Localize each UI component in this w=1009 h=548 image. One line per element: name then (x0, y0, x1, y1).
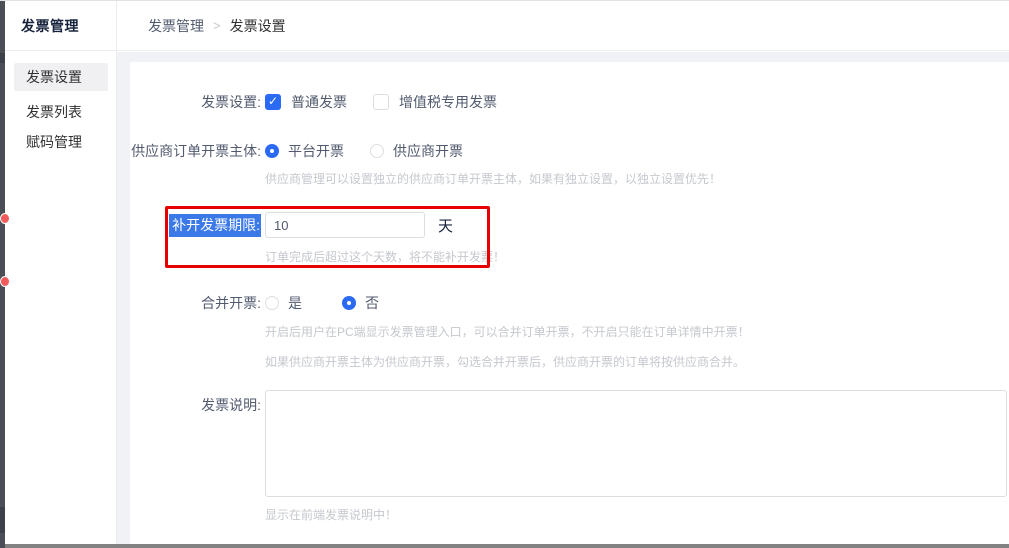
check-icon: ✓ (268, 95, 278, 107)
sidebar-header: 发票管理 (5, 1, 116, 51)
reissue-days-unit: 天 (438, 215, 453, 236)
merge-invoice-help-2: 如果供应商开票主体为供应商开票，勾选合并开票后，供应商开票的订单将按供应商合并。 (265, 353, 745, 370)
radio-platform-invoicing[interactable] (265, 144, 279, 158)
sidebar-item-invoice-settings[interactable]: 发票设置 (14, 63, 108, 91)
sidebar-item-label: 赋码管理 (26, 132, 82, 152)
sidebar: 发票管理 发票设置 发票列表 赋码管理 (5, 1, 117, 545)
invoice-note-label: 发票说明: (130, 390, 261, 415)
settings-card: 发票设置: ✓ 普通发票 增值税专用发票 供应商订单开票主体: 平台开票 (130, 62, 1009, 544)
checkbox-label[interactable]: 普通发票 (291, 92, 347, 112)
content-area: 发票设置: ✓ 普通发票 增值税专用发票 供应商订单开票主体: 平台开票 (117, 52, 1009, 544)
reissue-deadline-row: 补开发票期限: 天 (130, 212, 1009, 238)
reissue-deadline-label: 补开发票期限: (130, 215, 261, 235)
left-edge-strip (0, 1, 5, 548)
breadcrumb-bar: 发票管理 > 发票设置 (117, 1, 1009, 51)
invoice-note-textarea[interactable] (265, 390, 1007, 497)
sidebar-item-invoice-list[interactable]: 发票列表 (14, 98, 108, 126)
strip-notch (0, 507, 5, 533)
merge-invoice-help-1: 开启后用户在PC端显示发票管理入口，可以合并订单开票，不开启只能在订单详情中开票… (265, 323, 750, 340)
supplier-subject-help: 供应商管理可以设置独立的供应商订单开票主体，如果有独立设置，以独立设置优先！ (265, 170, 721, 187)
merge-invoice-row: 合并开票: 是 否 (130, 293, 1009, 313)
radio-label[interactable]: 是 (288, 293, 302, 313)
invoice-note-help: 显示在前端发票说明中！ (265, 506, 397, 523)
notification-badge-icon (0, 276, 10, 287)
radio-label[interactable]: 供应商开票 (393, 141, 463, 161)
invoice-settings-page: 发票管理 发票设置 发票列表 赋码管理 发票管理 > 发票设置 发票设置: ✓ (0, 0, 1009, 548)
radio-label[interactable]: 否 (365, 293, 379, 313)
sidebar-item-code-management[interactable]: 赋码管理 (14, 128, 108, 156)
strip-notch (0, 53, 5, 63)
radio-label[interactable]: 平台开票 (288, 141, 344, 161)
checkbox-label[interactable]: 增值税专用发票 (399, 92, 497, 112)
supplier-subject-label: 供应商订单开票主体: (130, 141, 261, 161)
checkbox-vat-special-invoice[interactable] (373, 94, 389, 110)
bottom-edge-bar (0, 544, 1009, 548)
supplier-subject-row: 供应商订单开票主体: 平台开票 供应商开票 (130, 141, 1009, 161)
radio-merge-yes[interactable] (265, 296, 279, 310)
reissue-days-input[interactable] (265, 212, 425, 238)
notification-badge-icon (0, 213, 10, 224)
checkbox-ordinary-invoice[interactable]: ✓ (265, 94, 281, 110)
radio-supplier-invoicing[interactable] (370, 144, 384, 158)
sidebar-title: 发票管理 (5, 16, 79, 36)
invoice-type-row: 发票设置: ✓ 普通发票 增值税专用发票 (130, 92, 1009, 112)
invoice-note-row: 发票说明: (130, 390, 1009, 497)
invoice-type-label: 发票设置: (130, 92, 261, 112)
merge-invoice-label: 合并开票: (130, 293, 261, 313)
breadcrumb-item-invoice-management[interactable]: 发票管理 (148, 16, 204, 36)
selected-text-highlight: 补开发票期限: (169, 214, 261, 237)
reissue-deadline-help: 订单完成后超过这个天数，将不能补开发票！ (265, 248, 505, 265)
breadcrumb-item-invoice-settings: 发票设置 (230, 16, 286, 36)
sidebar-item-label: 发票列表 (26, 102, 82, 122)
sidebar-item-label: 发票设置 (26, 67, 82, 87)
radio-merge-no[interactable] (342, 296, 356, 310)
chevron-right-icon: > (213, 18, 221, 33)
